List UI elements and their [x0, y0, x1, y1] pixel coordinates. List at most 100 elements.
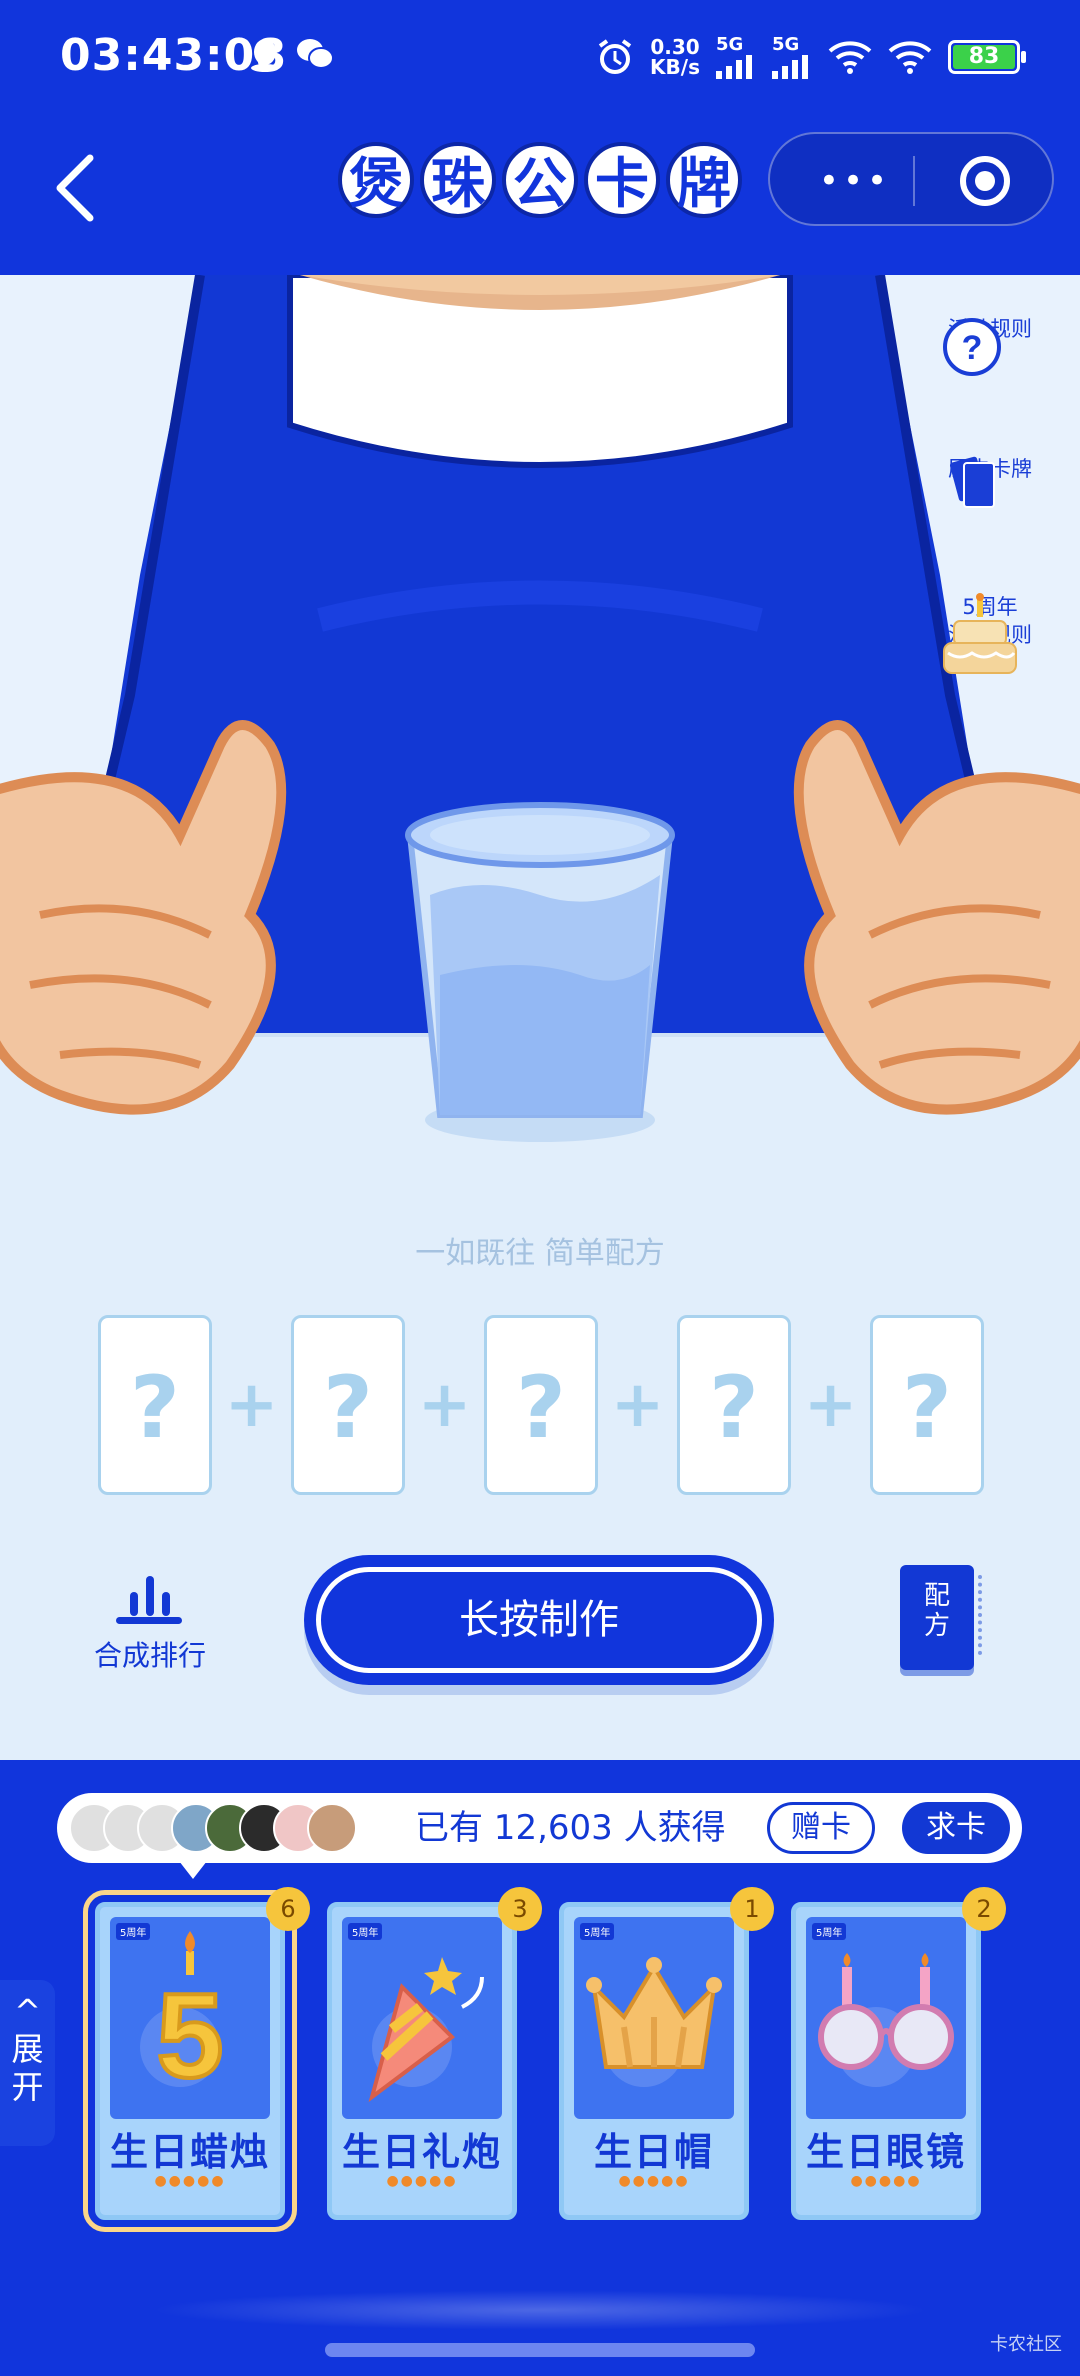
nav-bar: 煲 珠 公 卡 牌 •••: [0, 120, 1080, 275]
battery-level: 83: [953, 44, 1015, 69]
watermark: 卡农社区: [990, 2334, 1062, 2355]
title-char: 珠: [420, 142, 496, 218]
signal-2: 5G: [772, 34, 812, 79]
chevron-up-icon: ^: [14, 1992, 41, 2030]
activity-rules-button[interactable]: ? 活动规则: [940, 315, 1040, 376]
card-name: 生日礼炮: [341, 2130, 502, 2174]
recipe-scene: ? 活动规则 历史卡牌 5周年 活动规则: [0, 275, 1080, 1760]
ranking-button[interactable]: 合成排行: [90, 1572, 210, 1674]
svg-text:?: ?: [962, 329, 983, 367]
title-char: 公: [502, 142, 578, 218]
svg-text:5: 5: [157, 1969, 224, 2103]
card-count-badge: 3: [498, 1887, 542, 1931]
net-speed-value: 0.30: [650, 34, 700, 59]
card-history-button[interactable]: 历史卡牌: [940, 455, 1040, 508]
water-glass: [405, 802, 675, 1142]
close-target-button[interactable]: [960, 156, 1010, 206]
card-art: 5周年: [342, 1917, 502, 2119]
recipe-slots: ? + ? + ? + ? + ?: [98, 1315, 984, 1495]
recipe-slot[interactable]: ?: [870, 1315, 984, 1495]
chevron-left-icon: [56, 154, 94, 222]
more-button[interactable]: •••: [810, 134, 900, 228]
mini-program-capsule: •••: [768, 132, 1054, 226]
avatar: [307, 1803, 357, 1853]
book-spiral: [976, 1575, 982, 1655]
party-popper-icon: [368, 1957, 484, 2103]
crown-hat-icon: [586, 1957, 722, 2069]
back-button[interactable]: [50, 148, 110, 228]
recipe-slot[interactable]: ?: [484, 1315, 598, 1495]
card-count-badge: 2: [962, 1887, 1006, 1931]
wechat-icon: [296, 36, 334, 72]
expand-button[interactable]: ^ 展 开: [0, 1980, 55, 2146]
card-flames: ●●●●●: [618, 2173, 690, 2189]
capsule-divider: [913, 156, 915, 206]
owners-count: 已有 12,603 人获得: [415, 1808, 726, 1848]
plus-icon: +: [610, 1368, 665, 1442]
battery-icon: 83: [948, 39, 1026, 74]
glasses-icon: [818, 1953, 954, 2070]
ranking-icon: [90, 1572, 210, 1624]
anniversary-rules-button[interactable]: 5周年 活动规则: [940, 593, 1040, 674]
card-art: 5周年 5: [110, 1917, 270, 2119]
signal-icon: [772, 55, 808, 79]
plus-icon: +: [417, 1368, 472, 1442]
card-art: 5周年: [574, 1917, 734, 2119]
wifi-icon: [888, 40, 932, 74]
recipe-book-char2: 方: [923, 1611, 950, 1641]
card-list: 5周年 5 生日蜡烛 ●●●●● 6 5周年 生日礼炮 ●●●●● 3 5周年 …: [0, 1887, 1080, 2232]
expand-label-2: 开: [11, 2068, 44, 2106]
recipe-slot[interactable]: ?: [98, 1315, 212, 1495]
page-title: 煲 珠 公 卡 牌: [338, 142, 742, 218]
card-flames: ●●●●●: [154, 2173, 226, 2189]
wifi-icon: [828, 40, 872, 74]
make-label: 长按制作: [316, 1567, 762, 1673]
card-item[interactable]: 5周年 生日眼镜 ●●●●● 2: [791, 1887, 1006, 2220]
card-count-badge: 6: [266, 1887, 310, 1931]
card-count-badge: 1: [730, 1887, 774, 1931]
signal-2-label: 5G: [772, 34, 800, 55]
net-speed: 0.30 KB/s: [650, 37, 700, 77]
plus-icon: +: [803, 1368, 858, 1442]
owners-bar: 已有 12,603 人获得 赠卡 求卡: [57, 1793, 1022, 1879]
recipe-slot[interactable]: ?: [677, 1315, 791, 1495]
expand-label-1: 展: [11, 2030, 44, 2068]
title-char: 卡: [584, 142, 660, 218]
plus-icon: +: [224, 1368, 279, 1442]
page: { "status_bar": { "time": "03:43:08", "n…: [0, 0, 1080, 2376]
birthday-cake-icon: [943, 593, 1017, 674]
candle-five-icon: 5: [155, 1931, 225, 2105]
recipe-slot[interactable]: ?: [291, 1315, 405, 1495]
card-name: 生日眼镜: [805, 2130, 966, 2174]
status-bar: 03:43:08 0.30 KB/s 5G 5G 83: [0, 0, 1080, 120]
signal-1: 5G: [716, 34, 756, 79]
ranking-label: 合成排行: [93, 1639, 206, 1672]
card-item[interactable]: 5周年 生日礼炮 ●●●●● 3: [327, 1887, 542, 2220]
title-char: 煲: [338, 142, 414, 218]
card-item[interactable]: 5周年 5 生日蜡烛 ●●●●● 6: [83, 1887, 310, 2232]
card-tray: 已有 12,603 人获得 赠卡 求卡 5周年 5 生日蜡烛 ●●●●● 6 5…: [0, 1760, 1080, 2376]
home-indicator[interactable]: [325, 2343, 755, 2357]
card-item[interactable]: 5周年 生日帽 ●●●●● 1: [559, 1887, 774, 2220]
recipe-book-button[interactable]: 配 方: [900, 1565, 982, 1670]
question-icon: ?: [943, 318, 1001, 376]
card-art: 5周年: [806, 1917, 966, 2119]
card-name: 生日帽: [593, 2130, 714, 2174]
signal-icon: [716, 55, 752, 79]
long-press-make-button[interactable]: 长按制作: [304, 1555, 774, 1685]
gift-card-button[interactable]: 赠卡: [767, 1802, 875, 1854]
card-flames: ●●●●●: [850, 2173, 922, 2189]
recipe-book-char1: 配: [923, 1581, 950, 1611]
request-card-button[interactable]: 求卡: [902, 1802, 1010, 1854]
notification-icons: [248, 36, 334, 72]
status-right: 0.30 KB/s 5G 5G 83: [596, 34, 1026, 79]
qq-icon: [248, 36, 282, 72]
net-speed-unit: KB/s: [650, 54, 700, 79]
card-name: 生日蜡烛: [109, 2130, 270, 2174]
bottom-glow: [150, 2290, 930, 2330]
cards-icon: [949, 456, 995, 508]
title-char: 牌: [666, 142, 742, 218]
recipe-tagline: 一如既往 简单配方: [415, 1236, 665, 1271]
alarm-icon: [598, 38, 632, 74]
card-flames: ●●●●●: [386, 2173, 458, 2189]
